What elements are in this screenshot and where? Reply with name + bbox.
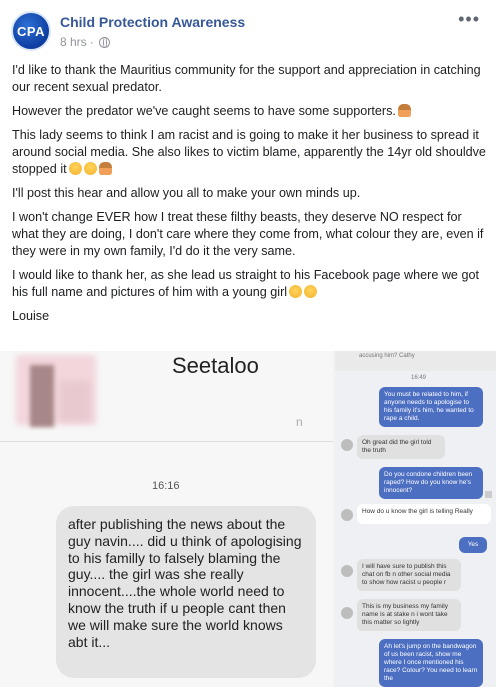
chat-top-text: accusing him? Cathy <box>359 353 415 359</box>
person-facepalm-emoji-icon <box>397 104 411 117</box>
chat-message-bubble: after publishing the news about the guy … <box>56 506 316 678</box>
faint-text: n <box>296 415 303 429</box>
read-receipt-icon <box>485 491 492 498</box>
incoming-message: I will have sure to publish this chat on… <box>357 559 461 591</box>
outgoing-message: You must be related to him, if anyone ne… <box>379 387 483 427</box>
divider <box>0 441 333 442</box>
post-paragraph: I would like to thank her, as she lead u… <box>12 268 479 299</box>
more-options-icon[interactable]: ••• <box>458 10 480 28</box>
post-image-grid: Seetaloo n 16:16 after publishing the ne… <box>0 351 496 687</box>
post-paragraph: However the predator we've caught seems … <box>12 103 486 120</box>
sender-avatar <box>341 509 353 521</box>
sender-avatar <box>341 607 353 619</box>
post-signature: Louise <box>12 309 50 323</box>
page-name-link[interactable]: Child Protection Awareness <box>60 14 245 30</box>
post-header: CPA Child Protection Awareness 8 hrs · •… <box>0 0 496 58</box>
thinking-face-emoji-icon <box>289 285 303 298</box>
incoming-message: How do u know the girl is telling Really <box>357 504 491 524</box>
post-paragraph: This lady seems to think I am racist and… <box>12 128 486 176</box>
chat-contact-name: Seetaloo <box>172 353 259 378</box>
outgoing-message: Yes <box>459 537 487 553</box>
post-paragraph: I'll post this hear and allow you all to… <box>12 186 361 200</box>
thinking-face-emoji-icon <box>304 285 318 298</box>
globe-icon <box>98 36 110 48</box>
chat-timestamp: 16:16 <box>152 480 180 492</box>
post-paragraph: I won't change EVER how I treat these fi… <box>12 210 484 258</box>
incoming-message: Oh great did the girl told the truth <box>357 435 445 459</box>
page-avatar[interactable]: CPA <box>11 11 51 51</box>
chat-timestamp: 16:49 <box>411 375 427 381</box>
outgoing-message: Ah let's jump on the bandwagon of us bee… <box>379 639 483 687</box>
post-meta: 8 hrs · <box>60 35 110 49</box>
blurred-profile-photo <box>30 365 54 427</box>
thinking-face-emoji-icon <box>83 162 97 175</box>
post-text: I'd like to thank the Mauritius communit… <box>12 62 486 332</box>
chat-screenshot-main[interactable]: Seetaloo n 16:16 after publishing the ne… <box>0 351 333 687</box>
person-facepalm-emoji-icon <box>98 162 112 175</box>
chat-screenshot-secondary[interactable]: accusing him? Cathy 16:49 You must be re… <box>335 351 496 687</box>
meta-separator: · <box>89 35 94 49</box>
sender-avatar <box>341 565 353 577</box>
outgoing-message: Do you condone children been raped? How … <box>379 467 483 499</box>
sender-avatar <box>341 439 353 451</box>
thinking-face-emoji-icon <box>68 162 82 175</box>
post-paragraph: I'd like to thank the Mauritius communit… <box>12 63 481 94</box>
incoming-message: This is my business my family name is at… <box>357 599 461 631</box>
post-timestamp[interactable]: 8 hrs <box>60 35 87 49</box>
blurred-profile-photo <box>60 381 90 421</box>
